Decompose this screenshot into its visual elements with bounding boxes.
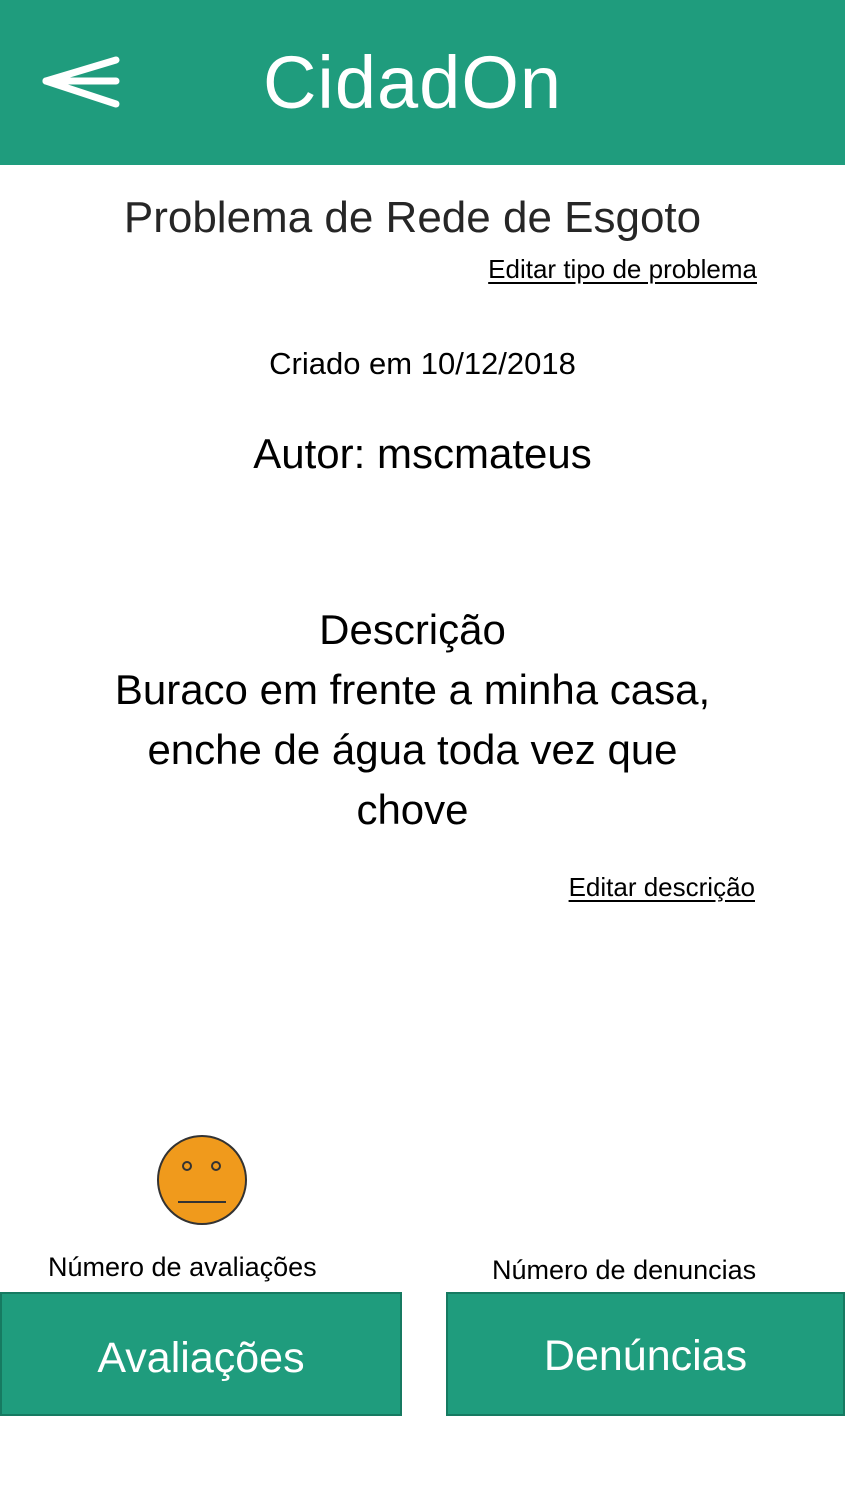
reports-count-label: Número de denuncias [492,1255,757,1285]
created-date: Criado em 10/12/2018 [269,346,576,381]
app-header: CidadOn [0,0,845,165]
reports-button[interactable]: Denúncias [446,1292,845,1416]
description-text: Buraco em frente a minha casa, enche de … [114,666,711,833]
description-heading: Descrição [319,606,506,653]
ratings-count-label: Número de avaliações [48,1252,317,1282]
author: Autor: mscmateus [253,430,592,477]
edit-description-link[interactable]: Editar descrição [569,870,755,904]
app-title: CidadOn [262,41,563,124]
problem-type-title: Problema de Rede de Esgoto [123,193,702,242]
description-block: Descrição Buraco em frente a minha casa,… [60,600,765,840]
edit-problem-type-link[interactable]: Editar tipo de problema [488,252,757,286]
ratings-button[interactable]: Avaliações [0,1292,402,1416]
neutral-face-icon [156,1134,248,1226]
